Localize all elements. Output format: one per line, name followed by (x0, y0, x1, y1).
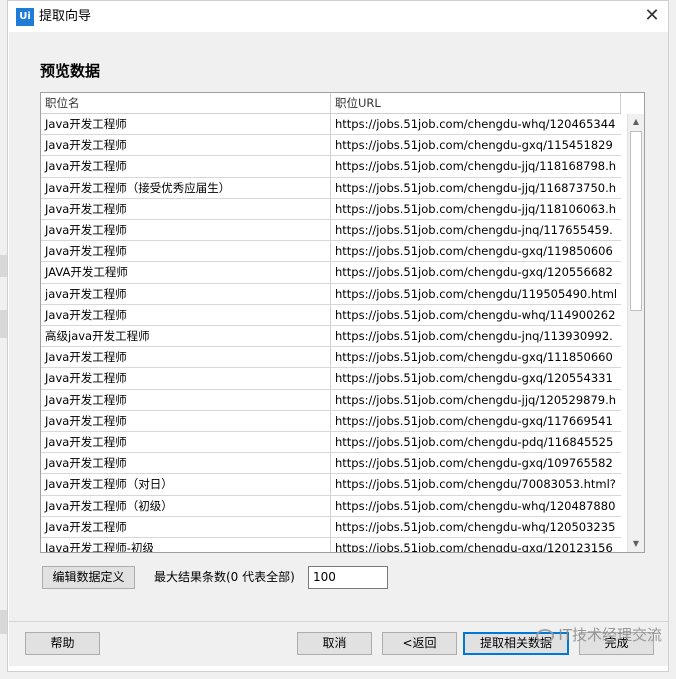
cell-job-url: https://jobs.51job.com/chengdu-whq/12048… (335, 498, 616, 513)
column-header-job-title[interactable]: 职位名 (41, 93, 331, 114)
table-row[interactable]: 高级java开发工程师 https://jobs.51job.com/chengd… (41, 326, 621, 348)
cell-job-url: https://jobs.51job.com/chengdu-whq/12046… (335, 117, 616, 131)
cell-job-url: https://jobs.51job.com/chengdu-pdq/11684… (335, 435, 614, 449)
table-row[interactable]: JAVA开发工程师 https://jobs.51job.com/chengdu-… (41, 262, 621, 284)
cell-job-url: https://jobs.51job.com/chengdu-jjq/11816… (335, 159, 617, 174)
watermark: IT技术经理交流 (536, 624, 662, 646)
cell-job-url: https://jobs.51job.com/chengdu/119505490… (335, 286, 618, 301)
cell-job-url: https://jobs.51job.com/chengdu-jjq/11810… (335, 201, 617, 216)
cell-job-title: Java开发工程师 (41, 516, 331, 537)
cell-job-title: Java开发工程师（接受优秀应届生） (41, 177, 331, 198)
table-row[interactable]: java开发工程师 https://jobs.51job.com/chengdu/… (41, 283, 621, 305)
scroll-down-arrow-icon[interactable]: ▼ (630, 537, 642, 551)
cell-job-url: https://jobs.51job.com/chengdu-jnq/11393… (335, 329, 613, 343)
scroll-up-arrow-icon[interactable]: ▲ (630, 115, 642, 129)
cell-job-url: https://jobs.51job.com/chengdu-gxq/10976… (335, 456, 613, 471)
cell-job-title: Java开发工程师 (41, 220, 331, 241)
cell-job-title: JAVA开发工程师 (41, 262, 331, 283)
table-row[interactable]: Java开发工程师 https://jobs.51job.com/chengdu-… (41, 156, 621, 178)
cell-job-title: java开发工程师 (41, 283, 331, 304)
cell-job-title: Java开发工程师 (41, 156, 331, 177)
cell-job-url: https://jobs.51job.com/chengdu-gxq/11185… (335, 350, 613, 365)
extract-wizard-dialog: Ui 提取向导 ✕ 预览数据 职位名 职位URL Java开发工程师 https:… (7, 0, 669, 672)
cell-job-url: https://jobs.51job.com/chengdu-gxq/11985… (335, 244, 613, 259)
table-row[interactable]: Java开发工程师 https://jobs.51job.com/chengdu-… (41, 389, 621, 411)
table-row[interactable]: Java开发工程师（初级） https://jobs.51job.com/chen… (41, 495, 621, 517)
help-button[interactable]: 帮助 (25, 632, 100, 655)
grid-header: 职位名 职位URL (41, 93, 621, 114)
vertical-scrollbar[interactable]: ▲ ▼ (627, 114, 644, 552)
cell-job-url: https://jobs.51job.com/chengdu-gxq/12055… (335, 371, 613, 386)
cell-job-url: https://jobs.51job.com/chengdu-whq/11490… (335, 307, 616, 322)
dialog-body: 预览数据 职位名 职位URL Java开发工程师 https://jobs.51j… (9, 32, 668, 666)
cell-job-title: Java开发工程师 (41, 304, 331, 325)
cell-job-title: Java开发工程师 (41, 453, 331, 474)
page-title: 预览数据 (40, 62, 101, 80)
cell-job-title: Java开发工程师（初级） (41, 495, 331, 516)
uipath-app-icon: Ui (16, 8, 34, 26)
cell-job-url: https://jobs.51job.com/chengdu-jjq/12052… (335, 392, 617, 407)
close-icon: ✕ (644, 5, 660, 26)
table-row[interactable]: Java开发工程师 https://jobs.51job.com/chengdu-… (41, 410, 621, 432)
preview-data-grid[interactable]: 职位名 职位URL Java开发工程师 https://jobs.51job.co… (40, 92, 645, 553)
table-row[interactable]: Java开发工程师 https://jobs.51job.com/chengdu-… (41, 241, 621, 263)
table-row[interactable]: Java开发工程师 https://jobs.51job.com/chengdu-… (41, 198, 621, 220)
cell-job-url: https://jobs.51job.com/chengdu-jnq/11765… (335, 223, 613, 237)
cell-job-title: Java开发工程师 (41, 410, 331, 431)
grid-rows: Java开发工程师 https://jobs.51job.com/chengdu-… (41, 114, 621, 553)
cell-job-title: Java开发工程师 (41, 432, 331, 453)
cell-job-url: https://jobs.51job.com/chengdu-gxq/11545… (335, 138, 613, 153)
table-row[interactable]: Java开发工程师 https://jobs.51job.com/chengdu-… (41, 304, 621, 326)
table-row[interactable]: Java开发工程师 https://jobs.51job.com/chengdu-… (41, 114, 621, 136)
cell-job-url: https://jobs.51job.com/chengdu-gxq/12012… (335, 541, 613, 553)
table-row[interactable]: Java开发工程师 https://jobs.51job.com/chengdu-… (41, 135, 621, 157)
title-bar: Ui 提取向导 ✕ (8, 1, 668, 32)
cell-job-title: Java开发工程师 (41, 114, 331, 135)
table-row[interactable]: Java开发工程师 https://jobs.51job.com/chengdu-… (41, 220, 621, 242)
table-row[interactable]: Java开发工程师（接受优秀应届生） https://jobs.51job.com… (41, 177, 621, 199)
cell-job-url: https://jobs.51job.com/chengdu-whq/12050… (335, 519, 616, 534)
cell-job-title: 高级java开发工程师 (41, 326, 331, 347)
cell-job-title: Java开发工程师 (41, 198, 331, 219)
cell-job-title: Java开发工程师 (41, 368, 331, 389)
table-row[interactable]: Java开发工程师 https://jobs.51job.com/chengdu-… (41, 368, 621, 390)
table-row[interactable]: Java开发工程师 https://jobs.51job.com/chengdu-… (41, 516, 621, 538)
cell-job-title: Java开发工程师 (41, 389, 331, 410)
table-row[interactable]: Java开发工程师-初级 https://jobs.51job.com/cheng… (41, 538, 621, 553)
table-row[interactable]: Java开发工程师（对日） https://jobs.51job.com/chen… (41, 474, 621, 496)
close-button[interactable]: ✕ (636, 1, 668, 32)
cell-job-title: Java开发工程师 (41, 241, 331, 262)
cell-job-title: Java开发工程师 (41, 135, 331, 156)
wechat-icon (536, 628, 555, 643)
cell-job-url: https://jobs.51job.com/chengdu/70083053.… (335, 477, 616, 492)
window-title: 提取向导 (39, 9, 92, 24)
max-results-label: 最大结果条数(0 代表全部) (154, 570, 295, 584)
column-header-job-url[interactable]: 职位URL (331, 93, 621, 114)
watermark-text: IT技术经理交流 (558, 626, 662, 644)
table-row[interactable]: Java开发工程师 https://jobs.51job.com/chengdu-… (41, 347, 621, 369)
back-button[interactable]: <返回 (382, 632, 457, 655)
cell-job-url: https://jobs.51job.com/chengdu-jjq/11687… (335, 180, 617, 195)
footer-divider (9, 621, 668, 622)
edit-data-definition-button[interactable]: 编辑数据定义 (42, 566, 135, 589)
cell-job-url: https://jobs.51job.com/chengdu-gxq/11766… (335, 413, 613, 428)
table-row[interactable]: Java开发工程师 https://jobs.51job.com/chengdu-… (41, 453, 621, 475)
scrollbar-thumb[interactable] (630, 131, 642, 311)
cancel-button[interactable]: 取消 (297, 632, 372, 655)
cell-job-url: https://jobs.51job.com/chengdu-gxq/12055… (335, 265, 613, 280)
cell-job-title: Java开发工程师（对日） (41, 474, 331, 495)
cell-job-title: Java开发工程师-初级 (41, 538, 331, 552)
max-results-input[interactable]: 100 (308, 566, 388, 589)
table-row[interactable]: Java开发工程师 https://jobs.51job.com/chengdu-… (41, 432, 621, 454)
cell-job-title: Java开发工程师 (41, 347, 331, 368)
